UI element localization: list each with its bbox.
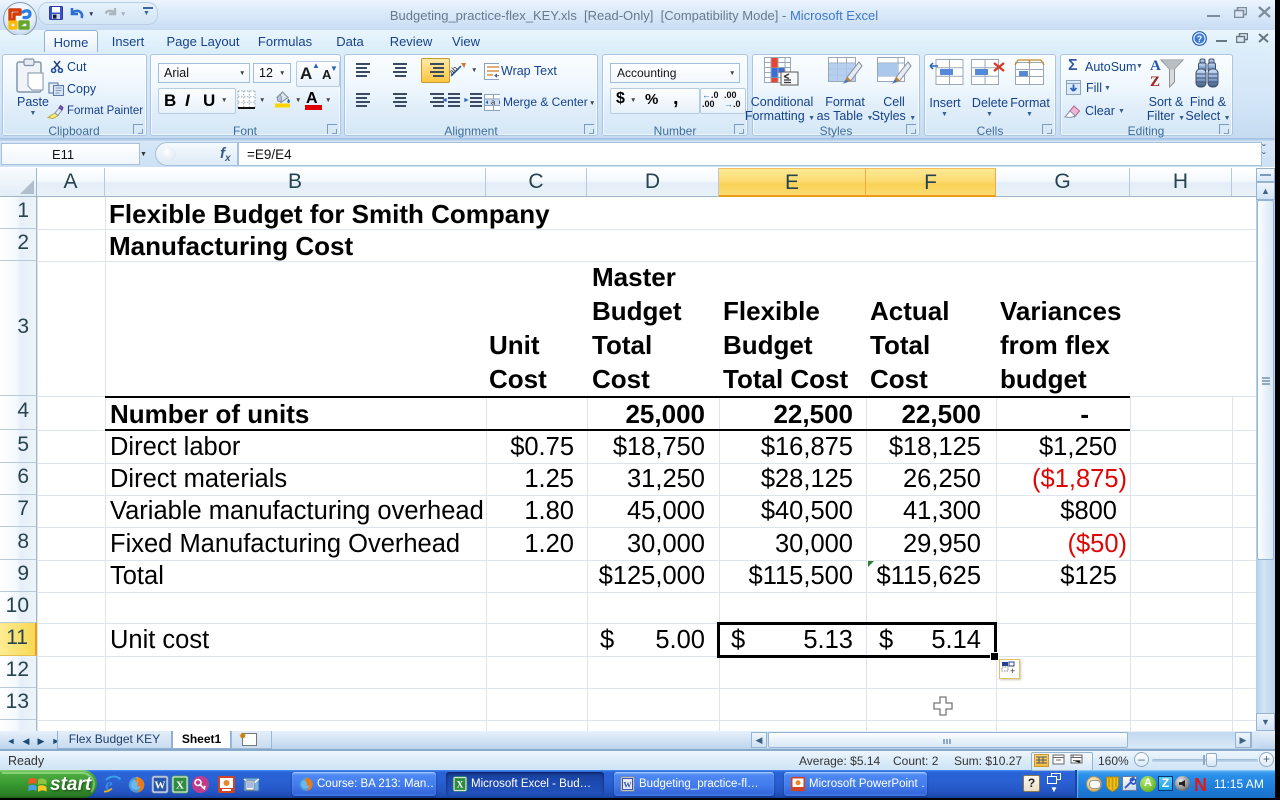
svg-text:X: X bbox=[457, 780, 464, 790]
svg-text:X: X bbox=[176, 780, 184, 792]
svg-text:W: W bbox=[624, 781, 632, 790]
svg-text:W: W bbox=[155, 780, 166, 792]
svg-text:A: A bbox=[1150, 58, 1161, 74]
svg-text:ab: ab bbox=[448, 64, 460, 77]
svg-text:?: ? bbox=[1197, 34, 1203, 44]
svg-text:Z: Z bbox=[1150, 74, 1160, 89]
svg-text:+: + bbox=[1010, 666, 1015, 676]
